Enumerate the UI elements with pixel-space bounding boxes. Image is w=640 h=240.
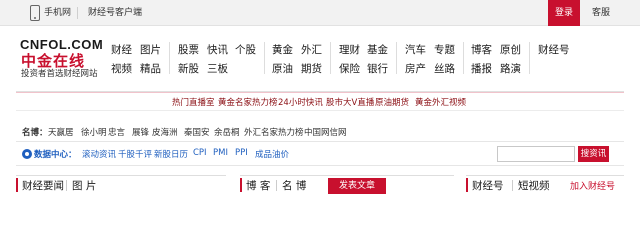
nav-stocks[interactable]: 股票 — [178, 42, 199, 57]
news-panel-accent — [16, 178, 18, 192]
nav-original[interactable]: 原创 — [500, 42, 521, 57]
nav-caijinghao[interactable]: 财经号 — [538, 42, 570, 57]
famous-bloggers-label: 名博： — [22, 128, 48, 138]
data-center-icon — [22, 149, 32, 159]
nav-divider — [396, 42, 397, 74]
famous-blogger-link[interactable]: 展锋 — [132, 126, 149, 138]
data-link-pmi[interactable]: PMI — [213, 148, 228, 158]
nav-divider — [169, 42, 170, 74]
hot-link-stock-live[interactable]: 股市大V直播 — [326, 96, 374, 108]
hot-link-crude-futures[interactable]: 原油期货 — [375, 96, 409, 108]
nav-pictures[interactable]: 图片 — [140, 42, 161, 57]
hot-link-24h-news[interactable]: 24小时快讯 — [278, 96, 323, 108]
famous-row-divider — [16, 141, 624, 142]
customer-service-link[interactable]: 客服 — [592, 0, 610, 26]
tab-blogs[interactable]: 博 客 — [246, 178, 270, 193]
nav-forex[interactable]: 外汇 — [301, 42, 322, 57]
famous-blogger-link[interactable]: 皮海洲 — [152, 126, 178, 138]
forex-ranking-link[interactable]: 外汇名家热力榜 — [244, 126, 304, 138]
data-link-ipo-calendar[interactable]: 新股日历 — [154, 148, 188, 160]
nav-broadcast[interactable]: 播报 — [471, 61, 492, 76]
data-center-label: 数据中心： — [34, 150, 77, 160]
famous-blogger-link[interactable]: 秦国安 — [184, 126, 210, 138]
client-download-link[interactable]: 财经号客户端 — [88, 0, 142, 26]
tab-short-video[interactable]: 短视频 — [518, 178, 550, 193]
famous-blogger-link[interactable]: 余岳桐 — [214, 126, 240, 138]
data-link-ppi[interactable]: PPI — [235, 148, 248, 158]
news-panel-border — [16, 175, 226, 176]
nav-divider — [330, 42, 331, 74]
nav-silk-road[interactable]: 丝路 — [434, 61, 455, 76]
nav-crude-oil[interactable]: 原油 — [272, 61, 293, 76]
data-link-rolling-news[interactable]: 滚动资讯 — [82, 148, 116, 160]
nav-video[interactable]: 视频 — [111, 61, 132, 76]
nav-finance[interactable]: 财经 — [111, 42, 132, 57]
nav-divider — [463, 42, 464, 74]
nav-divider — [529, 42, 530, 74]
mobile-site-link[interactable]: 手机网 — [44, 0, 71, 26]
nav-ipo[interactable]: 新股 — [178, 61, 199, 76]
blog-panel-accent — [240, 178, 242, 192]
nav-wealth-management[interactable]: 理财 — [339, 42, 360, 57]
nav-neeq[interactable]: 三板 — [207, 61, 228, 76]
caijinghao-panel-border — [466, 175, 624, 176]
famous-blogger-link[interactable]: 忠言 — [108, 126, 125, 138]
post-article-button[interactable]: 发表文章 — [328, 178, 386, 194]
join-caijinghao-button[interactable]: 加入财经号 — [570, 179, 615, 192]
hot-links-divider — [16, 110, 624, 111]
site-tagline: 投资者首选财经网站 — [21, 69, 98, 79]
caijinghao-panel-accent — [466, 178, 468, 192]
login-button[interactable]: 登录 — [548, 0, 580, 26]
data-link-stock-reviews[interactable]: 千股千评 — [118, 148, 152, 160]
nav-banks[interactable]: 银行 — [367, 61, 388, 76]
data-row-divider — [16, 165, 624, 166]
tab-divider — [276, 180, 277, 191]
nav-divider — [264, 42, 265, 74]
header-accent-line — [16, 92, 624, 93]
tab-caijinghao[interactable]: 财经号 — [472, 178, 504, 193]
nav-individual-stocks[interactable]: 个股 — [235, 42, 256, 57]
famous-blogger-link[interactable]: 徐小明 — [81, 126, 107, 138]
nav-roadshow[interactable]: 路演 — [500, 61, 521, 76]
news-search-input[interactable] — [497, 146, 575, 162]
nav-autos[interactable]: 汽车 — [405, 42, 426, 57]
nav-real-estate[interactable]: 房产 — [405, 61, 426, 76]
nav-futures[interactable]: 期货 — [301, 61, 322, 76]
tab-divider — [512, 180, 513, 191]
news-search-button[interactable]: 搜资讯 — [578, 146, 609, 162]
china-cyberspace-link[interactable]: 中国网信网 — [304, 126, 347, 138]
tab-famous-blogs[interactable]: 名 博 — [282, 178, 306, 193]
nav-featured[interactable]: 精品 — [140, 61, 161, 76]
nav-gold[interactable]: 黄金 — [272, 42, 293, 57]
hot-link-gold-ranking[interactable]: 黄金名家热力榜 — [218, 96, 278, 108]
hot-link-live-room[interactable]: 热门直播室 — [172, 96, 215, 108]
nav-flash[interactable]: 快讯 — [207, 42, 228, 57]
tab-finance-headlines[interactable]: 财经要闻 — [22, 178, 64, 193]
data-link-fuel-price[interactable]: 成品油价 — [255, 148, 289, 160]
tab-divider — [66, 180, 67, 191]
famous-blogger-link[interactable]: 天赢居 — [48, 126, 74, 138]
nav-insurance[interactable]: 保险 — [339, 61, 360, 76]
nav-blogs[interactable]: 博客 — [471, 42, 492, 57]
blog-panel-border — [240, 175, 454, 176]
tab-pictures[interactable]: 图 片 — [72, 178, 96, 193]
data-link-cpi[interactable]: CPI — [193, 148, 207, 158]
mobile-phone-icon — [30, 5, 40, 21]
topbar-divider — [77, 7, 78, 19]
hot-link-gold-forex-video[interactable]: 黄金外汇视频 — [415, 96, 466, 108]
nav-topics[interactable]: 专题 — [434, 42, 455, 57]
nav-funds[interactable]: 基金 — [367, 42, 388, 57]
